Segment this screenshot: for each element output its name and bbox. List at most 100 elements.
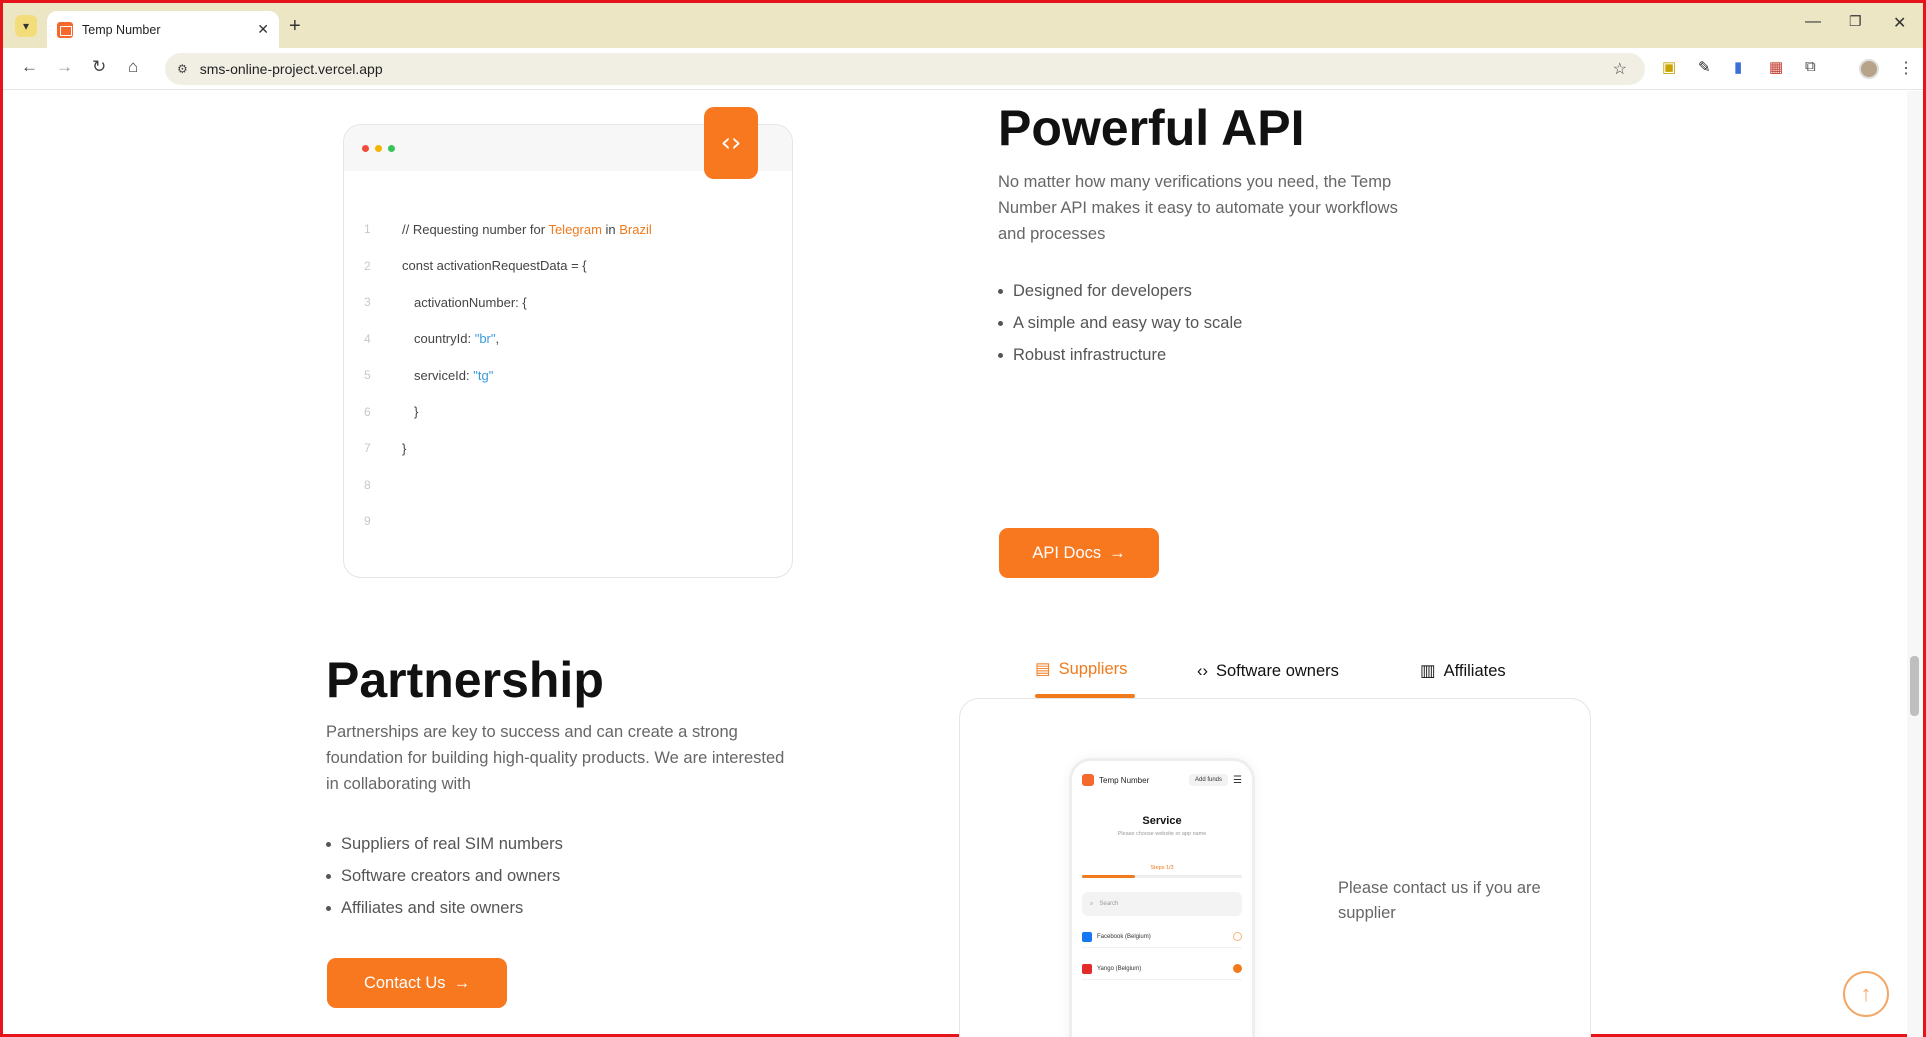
tab-suppliers[interactable]: ▤ Suppliers [1035, 649, 1127, 689]
line-number: 4 [364, 331, 371, 346]
url-text[interactable]: sms-online-project.vercel.app [200, 61, 383, 77]
favicon-icon [57, 21, 73, 38]
tab-search-button[interactable]: ▾ [15, 15, 37, 37]
extension-icon[interactable]: ▮ [1734, 58, 1742, 76]
back-icon[interactable]: ← [21, 57, 38, 77]
tab-label: Affiliates [1443, 661, 1506, 680]
arrow-right-icon: → [453, 973, 471, 992]
yellow-dot-icon [375, 144, 382, 152]
scrollbar-thumb[interactable] [1910, 656, 1919, 716]
hamburger-icon: ☰ [1233, 774, 1242, 786]
search-icon: ⌕ [1090, 900, 1094, 907]
api-docs-label: API Docs [1032, 543, 1102, 562]
profile-avatar[interactable] [1859, 59, 1879, 79]
phone-header: Temp Number Add funds ☰ [1072, 761, 1252, 799]
reload-icon[interactable]: ↻ [92, 57, 106, 77]
list-item: Suppliers of real SIM numbers [326, 828, 563, 860]
phone-steps: Steps 1/3 [1150, 865, 1174, 871]
minimize-button[interactable]: — [1805, 13, 1821, 31]
line-number: 1 [364, 222, 371, 237]
code-lines: 1 // Requesting number for Telegram in Br… [344, 171, 792, 540]
api-features: Designed for developers A simple and eas… [998, 275, 1242, 371]
partnership-description: Partnerships are key to success and can … [326, 723, 785, 793]
list-item: Affiliates and site owners [326, 892, 563, 924]
puzzle-icon[interactable]: ⧉ [1805, 58, 1816, 75]
home-icon[interactable]: ⌂ [128, 57, 138, 77]
scroll-to-top-button[interactable]: ↑ [1843, 971, 1889, 1017]
panel-text: Please contact us if you are supplier [1338, 879, 1541, 922]
search-placeholder: Search [1099, 901, 1119, 907]
radio-icon [1233, 932, 1242, 941]
partnership-panel [959, 698, 1591, 1037]
browser-tab[interactable]: Temp Number ✕ [47, 11, 279, 48]
menu-kebab-icon[interactable]: ⋮ [1898, 58, 1914, 78]
green-dot-icon [388, 144, 395, 152]
contact-us-label: Contact Us [363, 973, 446, 992]
building-icon: ▥ [1420, 662, 1436, 680]
browser-toolbar: ← → ↻ ⌂ ⚙ sms-online-project.vercel.app … [3, 48, 1923, 90]
line-number: 7 [364, 441, 371, 456]
contact-us-button[interactable]: Contact Us → [327, 958, 507, 1008]
tab-affiliates[interactable]: ▥ Affiliates [1420, 651, 1506, 691]
line-number: 3 [364, 295, 371, 310]
check-icon [1233, 964, 1242, 973]
code-token: activationNumber: { [414, 294, 527, 310]
tab-title: Temp Number [82, 22, 161, 37]
extension-icon[interactable]: ▣ [1662, 58, 1676, 76]
facebook-icon [1082, 931, 1092, 942]
phone-search: ⌕ Search [1082, 892, 1242, 916]
partnership-list: Suppliers of real SIM numbers Software c… [326, 828, 563, 924]
forward-icon[interactable]: → [56, 57, 73, 77]
page-content: 1 // Requesting number for Telegram in Br… [3, 91, 1923, 1037]
line-number: 8 [364, 477, 371, 492]
browser-tab-strip: ▾ Temp Number ✕ + — ❐ ✕ [3, 3, 1923, 48]
code-text: serviceId: "tg" [402, 368, 493, 383]
phone-brand: Temp Number [1099, 775, 1150, 785]
list-item-label: Yango (Belgium) [1097, 965, 1142, 972]
phone-mockup: Temp Number Add funds ☰ Service Please c… [1069, 758, 1255, 1037]
logo-icon [1082, 774, 1094, 786]
code-text: } [402, 404, 418, 419]
tab-software-owners[interactable]: ‹› Software owners [1197, 651, 1339, 691]
code-text: } [402, 441, 406, 456]
red-dot-icon [362, 144, 369, 152]
arrow-right-icon: → [1109, 543, 1126, 562]
api-description: No matter how many verifications you nee… [998, 173, 1398, 243]
code-icon: ‹› [704, 107, 758, 179]
code-token: Brazil [619, 221, 652, 237]
code-token: "tg" [473, 367, 494, 383]
api-title: Powerful API [998, 100, 1305, 156]
calendar-extension-icon[interactable]: ▦ [1769, 58, 1783, 76]
line-number: 2 [364, 258, 371, 273]
code-text: // Requesting number for Telegram in Bra… [402, 222, 652, 237]
code-line: 9 [344, 503, 792, 540]
store-icon: ▤ [1035, 660, 1051, 678]
line-number: 9 [364, 514, 371, 529]
add-funds-button: Add funds [1189, 774, 1229, 786]
code-token: const activationRequestData = { [402, 258, 587, 274]
code-text: countryId: "br", [402, 331, 499, 346]
bookmark-star-icon[interactable]: ☆ [1613, 59, 1627, 79]
site-info-icon[interactable]: ⚙ [177, 62, 188, 76]
code-token: in [601, 221, 620, 237]
code-line: 7} [344, 430, 792, 467]
code-line: 3 activationNumber: { [344, 284, 792, 321]
code-token: countryId: [414, 331, 475, 347]
close-window-button[interactable]: ✕ [1893, 13, 1906, 33]
address-bar[interactable]: ⚙ sms-online-project.vercel.app ☆ [165, 53, 1645, 85]
api-docs-button[interactable]: API Docs → [999, 528, 1159, 578]
list-item-label: Facebook (Belgium) [1097, 933, 1151, 940]
close-tab-icon[interactable]: ✕ [257, 21, 269, 38]
scrollbar[interactable] [1907, 91, 1923, 1037]
eyedropper-icon[interactable]: ✎ [1698, 58, 1711, 76]
yango-icon [1082, 963, 1092, 974]
list-item: Software creators and owners [326, 860, 563, 892]
restore-button[interactable]: ❐ [1849, 13, 1862, 30]
code-token: } [414, 404, 419, 420]
list-item: Designed for developers [998, 275, 1242, 307]
code-token: // Requesting number for [402, 221, 549, 237]
new-tab-button[interactable]: + [289, 15, 301, 38]
progress-fill [1082, 875, 1135, 878]
code-text: activationNumber: { [402, 295, 527, 310]
phone-service-title: Service [1142, 815, 1182, 827]
